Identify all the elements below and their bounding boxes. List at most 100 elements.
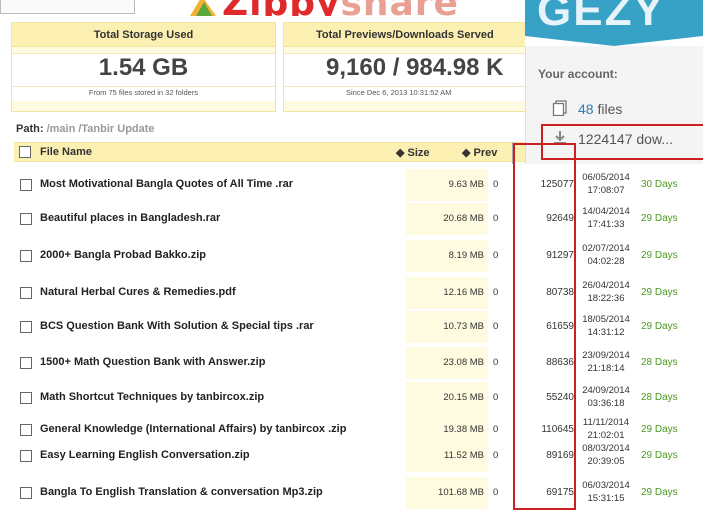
storage-subtitle: From 75 files stored in 32 folders — [12, 87, 275, 101]
size-cell: 20.15 MB — [406, 382, 488, 414]
size-cell: 101.68 MB — [406, 477, 488, 509]
size-cell: 20.68 MB — [406, 203, 488, 235]
badge-notch — [525, 36, 703, 46]
file-name-link[interactable]: Easy Learning English Conversation.zip — [40, 449, 250, 461]
expiry-days: 29 Days — [641, 250, 678, 261]
file-size: 12.16 MB — [443, 287, 484, 298]
row-checkbox[interactable] — [20, 213, 32, 225]
expiry-days: 30 Days — [641, 179, 678, 190]
expiry-days: 29 Days — [641, 487, 678, 498]
file-size: 23.08 MB — [443, 357, 484, 368]
storage-value: 1.54 GB — [12, 53, 275, 87]
file-size: 20.68 MB — [443, 213, 484, 224]
size-cell: 10.73 MB — [406, 311, 488, 343]
preview-count: 0 — [493, 487, 499, 498]
table-row[interactable]: Most Motivational Bangla Quotes of All T… — [14, 169, 703, 201]
table-row[interactable]: 1500+ Math Question Bank with Answer.zip… — [14, 347, 703, 379]
account-title: Your account: — [538, 67, 618, 81]
download-column-highlight-box — [513, 143, 576, 510]
expiry-days: 29 Days — [641, 321, 678, 332]
size-cell: 8.19 MB — [406, 240, 488, 272]
size-cell: 23.08 MB — [406, 347, 488, 379]
upload-date: 23/09/2014 21:18:14 — [582, 350, 630, 374]
file-name-link[interactable]: 2000+ Bangla Probad Bakko.zip — [40, 249, 206, 261]
file-name-link[interactable]: Bangla To English Translation & conversa… — [40, 486, 323, 498]
previews-title: Total Previews/Downloads Served — [284, 23, 525, 47]
size-cell: 9.63 MB — [406, 169, 488, 201]
preview-count: 0 — [493, 321, 499, 332]
top-left-fragment — [0, 0, 135, 14]
breadcrumb: Path: /main /Tanbir Update — [16, 123, 155, 135]
select-all-checkbox[interactable] — [19, 146, 31, 158]
upload-date: 11/11/2014 21:02:01 — [582, 417, 630, 441]
preview-count: 0 — [493, 424, 499, 435]
file-name-link[interactable]: Beautiful places in Bangladesh.rar — [40, 212, 220, 224]
file-size: 8.19 MB — [448, 250, 484, 261]
column-header-size[interactable]: ◆ Size — [396, 146, 430, 159]
preview-count: 0 — [493, 357, 499, 368]
column-header-filename[interactable]: File Name — [40, 146, 92, 158]
row-checkbox[interactable] — [20, 250, 32, 262]
file-size: 10.73 MB — [443, 321, 484, 332]
row-checkbox[interactable] — [20, 424, 32, 436]
row-checkbox[interactable] — [20, 321, 32, 333]
expiry-days: 29 Days — [641, 287, 678, 298]
row-checkbox[interactable] — [20, 392, 32, 404]
path-label: Path: — [16, 123, 44, 135]
file-size: 19.38 MB — [443, 424, 484, 435]
size-cell: 12.16 MB — [406, 277, 488, 309]
row-checkbox[interactable] — [20, 179, 32, 191]
upload-date: 08/03/2014 20:39:05 — [582, 443, 630, 467]
expiry-days: 29 Days — [641, 424, 678, 435]
preview-count: 0 — [493, 450, 499, 461]
table-row[interactable]: 2000+ Bangla Probad Bakko.zip 8.19 MB 0 … — [14, 240, 703, 272]
row-checkbox[interactable] — [20, 357, 32, 369]
file-name-link[interactable]: General Knowledge (International Affairs… — [40, 423, 346, 435]
account-files-link[interactable]: 48 files — [552, 100, 622, 117]
preview-count: 0 — [493, 250, 499, 261]
upload-date: 06/03/2014 15:31:15 — [582, 480, 630, 504]
table-row[interactable]: BCS Question Bank With Solution & Specia… — [14, 311, 703, 343]
file-table-header: File Name ◆ Size ◆ Prev — [14, 142, 525, 162]
upload-date: 26/04/2014 18:22:36 — [582, 280, 630, 304]
file-name-link[interactable]: 1500+ Math Question Bank with Answer.zip — [40, 356, 265, 368]
preview-count: 0 — [493, 179, 499, 190]
storage-title: Total Storage Used — [12, 23, 275, 47]
file-size: 11.52 MB — [444, 450, 484, 461]
zippyshare-logo[interactable]: Zippyshare — [188, 0, 488, 16]
row-checkbox[interactable] — [20, 487, 32, 499]
expiry-days: 28 Days — [641, 357, 678, 368]
previews-panel: Total Previews/Downloads Served 9,160 / … — [283, 22, 525, 112]
preview-count: 0 — [493, 213, 499, 224]
preview-count: 0 — [493, 287, 499, 298]
file-name-link[interactable]: Most Motivational Bangla Quotes of All T… — [40, 178, 293, 190]
path-value[interactable]: /main /Tanbir Update — [47, 123, 155, 135]
table-row[interactable]: Easy Learning English Conversation.zip 1… — [14, 440, 703, 472]
gezy-badge: GEZY — [525, 0, 703, 36]
expiry-days: 29 Days — [641, 213, 678, 224]
logo-leaf-icon — [190, 0, 216, 16]
file-name-link[interactable]: Natural Herbal Cures & Remedies.pdf — [40, 286, 236, 298]
file-name-link[interactable]: Math Shortcut Techniques by tanbircox.zi… — [40, 391, 264, 403]
expiry-days: 29 Days — [641, 450, 678, 461]
file-size: 20.15 MB — [443, 392, 484, 403]
upload-date: 14/04/2014 17:41:33 — [582, 206, 630, 230]
file-name-link[interactable]: BCS Question Bank With Solution & Specia… — [40, 320, 314, 332]
size-cell: 11.52 MB — [406, 440, 488, 472]
upload-date: 18/05/2014 14:31:12 — [582, 314, 630, 338]
upload-date: 02/07/2014 04:02:28 — [582, 243, 630, 267]
column-header-prev[interactable]: ◆ Prev — [462, 146, 497, 159]
logo-text: Zippyshare — [222, 0, 459, 16]
table-row[interactable]: Beautiful places in Bangladesh.rar 20.68… — [14, 203, 703, 235]
table-row[interactable]: Math Shortcut Techniques by tanbircox.zi… — [14, 382, 703, 414]
previews-value: 9,160 / 984.98 K — [284, 53, 525, 87]
table-row[interactable]: Natural Herbal Cures & Remedies.pdf 12.1… — [14, 277, 703, 309]
preview-count: 0 — [493, 392, 499, 403]
files-icon — [552, 100, 567, 116]
file-size: 101.68 MB — [438, 487, 484, 498]
table-row[interactable]: Bangla To English Translation & conversa… — [14, 477, 703, 509]
row-checkbox[interactable] — [20, 287, 32, 299]
row-checkbox[interactable] — [20, 450, 32, 462]
storage-panel: Total Storage Used 1.54 GB From 75 files… — [11, 22, 276, 112]
file-size: 9.63 MB — [448, 179, 484, 190]
